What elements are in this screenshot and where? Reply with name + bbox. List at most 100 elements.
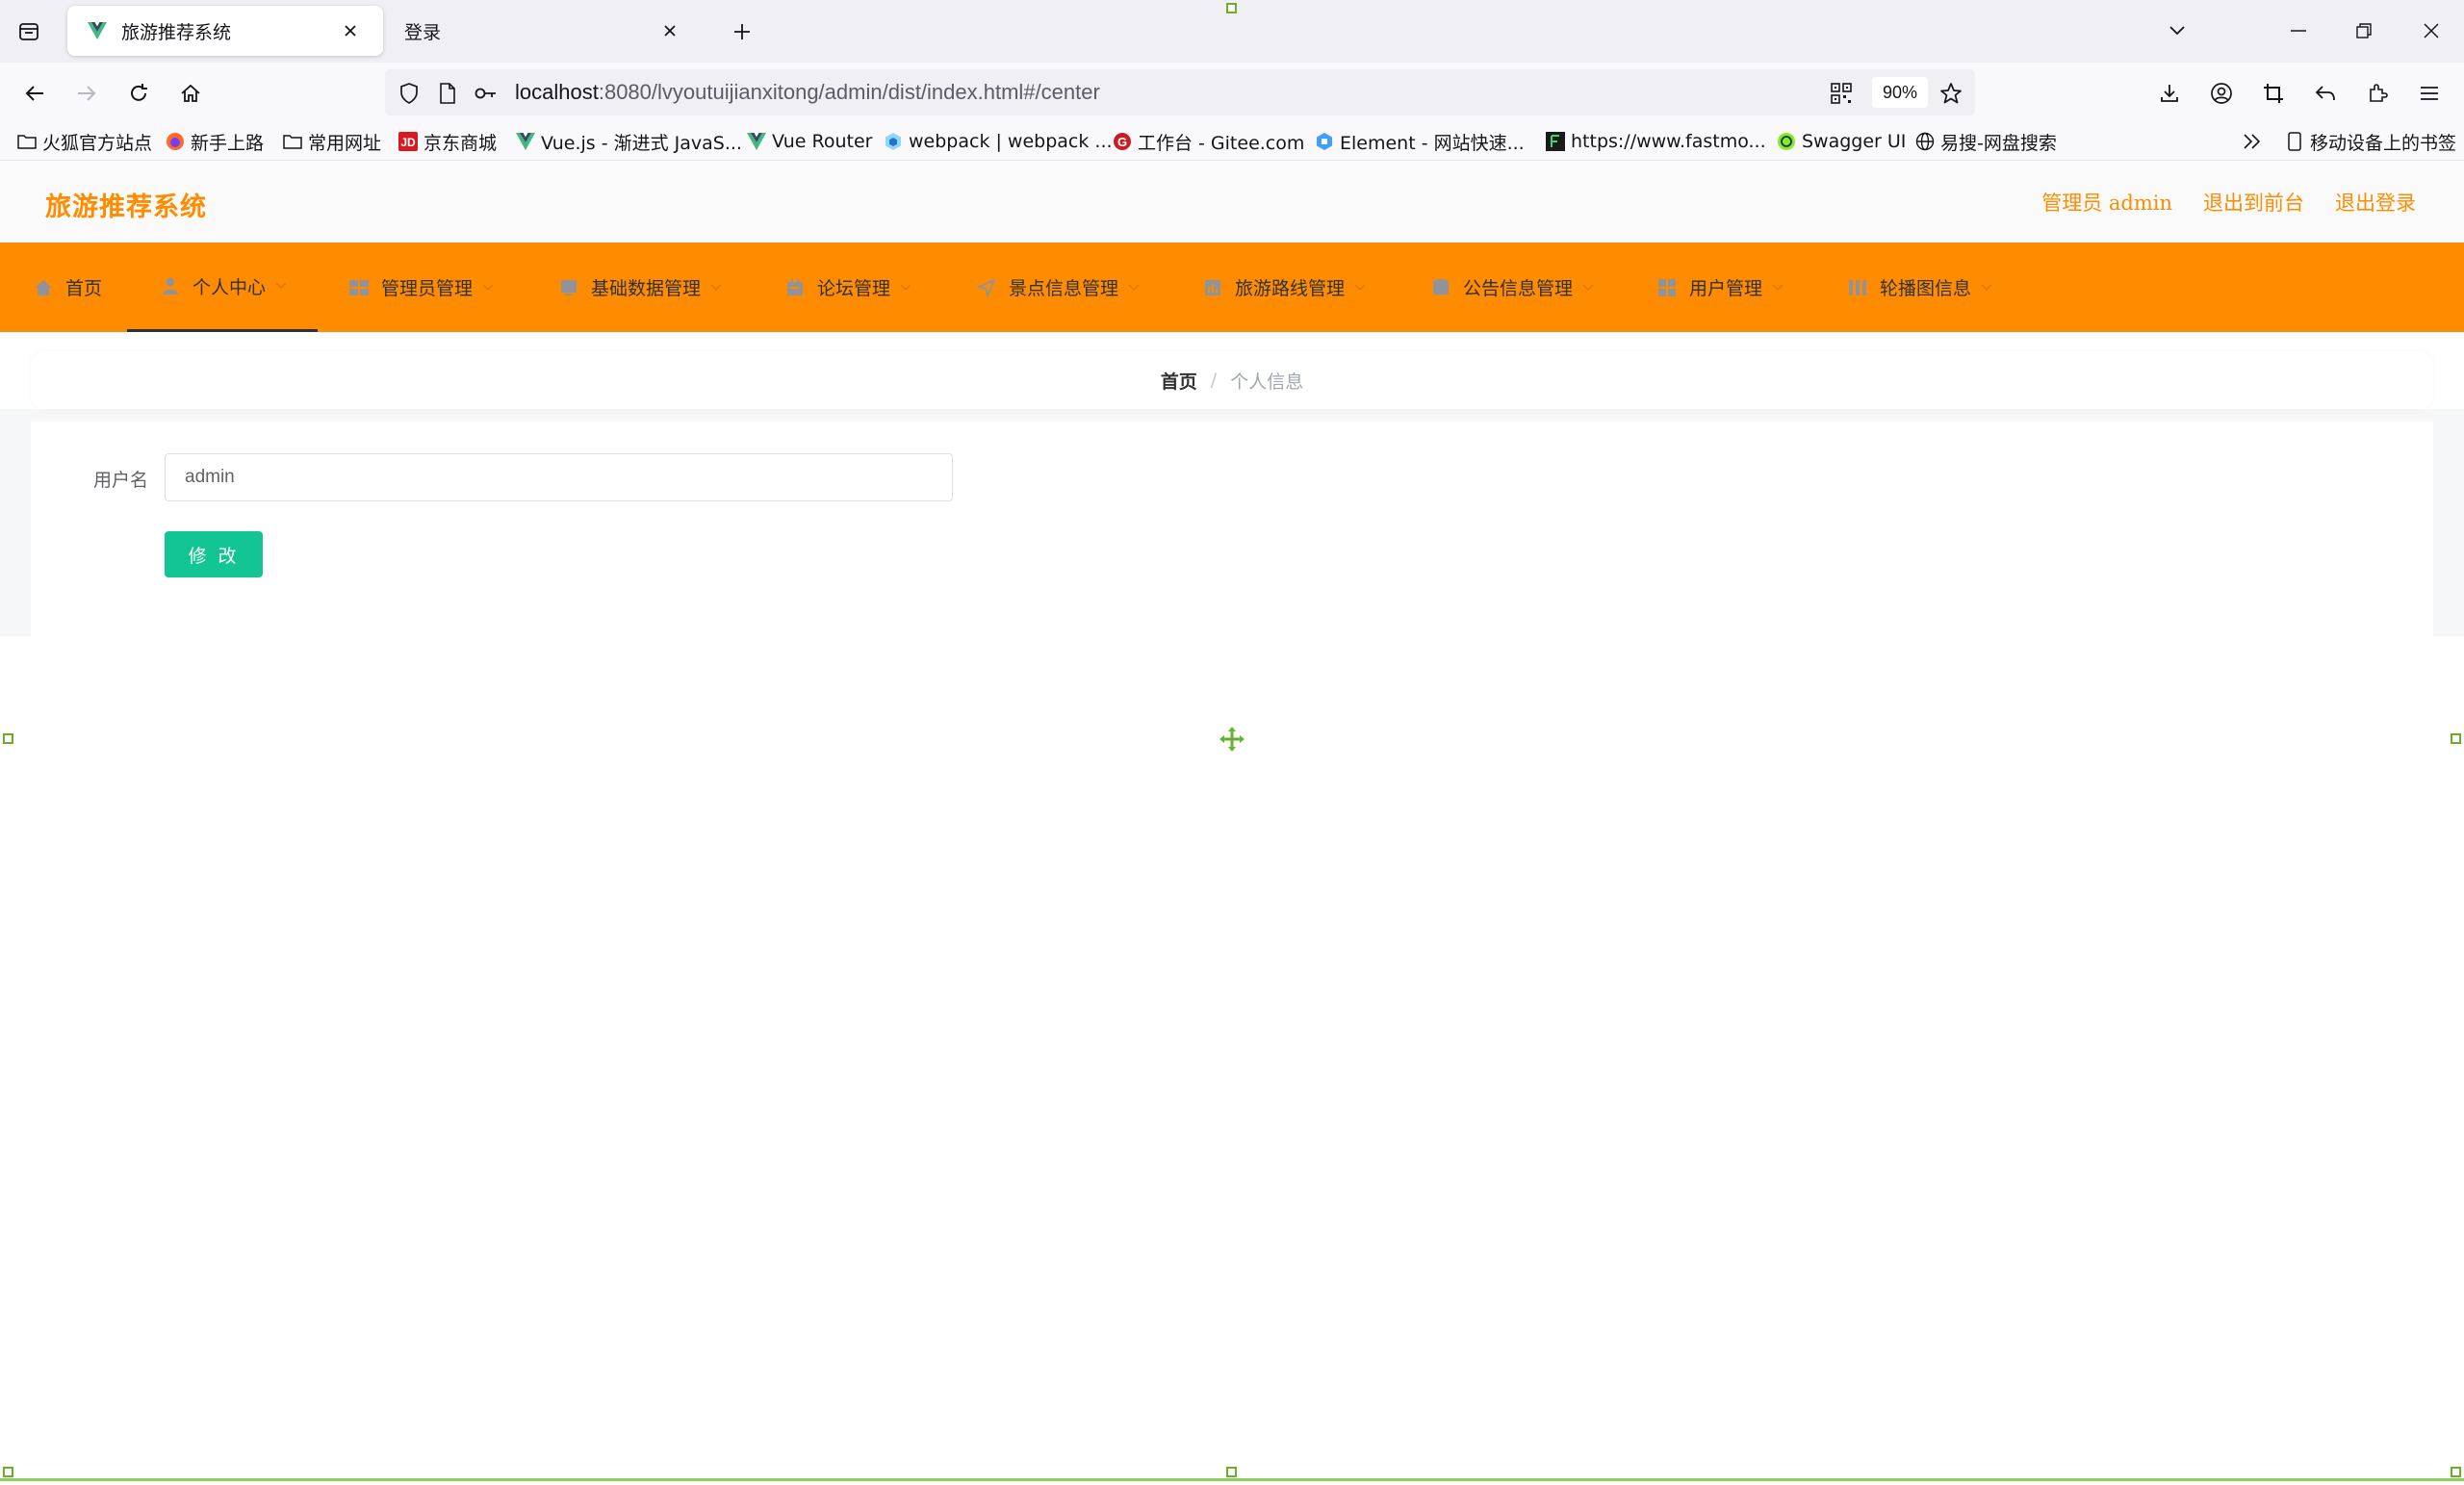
- menu-item-home[interactable]: 首页: [33, 243, 102, 332]
- bookmarks-overflow-icon[interactable]: [2243, 128, 2262, 155]
- data-icon: [558, 277, 579, 298]
- browser-tab-active[interactable]: 旅游推荐系统: [67, 6, 383, 56]
- jd-icon: JD: [398, 132, 418, 151]
- menu-label: 论坛管理: [817, 278, 891, 299]
- account-icon[interactable]: [2204, 76, 2239, 111]
- minimize-icon[interactable]: [2279, 13, 2318, 48]
- bookmark-label: Vue.js - 渐进式 JavaS...: [541, 132, 742, 154]
- undo-icon[interactable]: [2308, 76, 2343, 111]
- bookmark-item[interactable]: 新手上路: [166, 128, 264, 155]
- gitee-icon: G: [1113, 132, 1132, 151]
- location-icon: [976, 277, 997, 298]
- bookmark-item[interactable]: 常用网址: [283, 128, 381, 155]
- menu-item-scenic-info[interactable]: 景点信息管理: [976, 243, 1140, 332]
- current-user: 管理员 admin: [2041, 192, 2172, 215]
- home-icon[interactable]: [173, 76, 208, 111]
- menu-item-notice-info[interactable]: 公告信息管理: [1430, 243, 1594, 332]
- mobile-bookmarks[interactable]: 移动设备上的书签: [2285, 128, 2456, 155]
- close-icon[interactable]: [337, 17, 364, 44]
- menu-item-carousel[interactable]: 轮播图信息: [1847, 243, 1992, 332]
- chevron-down-icon: [1981, 283, 1992, 292]
- username-input[interactable]: [165, 453, 953, 501]
- breadcrumb: 首页 / 个人信息: [31, 351, 2433, 409]
- tab-title: 登录: [404, 21, 442, 43]
- chevron-down-icon: [900, 283, 911, 292]
- menu-item-basic-data[interactable]: 基础数据管理: [558, 243, 722, 332]
- browser-tab-login[interactable]: 登录: [385, 6, 703, 56]
- chevron-down-icon: [1354, 283, 1366, 292]
- menu-item-personal-center[interactable]: 个人中心: [127, 243, 318, 332]
- qr-code-icon[interactable]: [1829, 81, 1854, 106]
- logout-link[interactable]: 退出登录: [2335, 188, 2416, 217]
- url-host: localhost: [515, 80, 599, 104]
- move-cursor-icon: [1219, 726, 1245, 753]
- tab-list-icon[interactable]: [13, 17, 44, 46]
- bookmark-item[interactable]: Vue.js - 渐进式 JavaS...: [516, 128, 742, 155]
- bookmark-item[interactable]: Element - 网站快速...: [1315, 128, 1525, 155]
- restore-icon[interactable]: [2345, 13, 2383, 48]
- menu-label: 用户管理: [1689, 278, 1763, 299]
- extensions-icon[interactable]: [2360, 76, 2395, 111]
- close-icon[interactable]: [656, 17, 683, 44]
- screenshot-icon[interactable]: [2256, 76, 2291, 111]
- admin-icon: [348, 277, 370, 298]
- menu-item-forum[interactable]: 论坛管理: [784, 243, 911, 332]
- exit-to-front-link[interactable]: 退出到前台: [2203, 188, 2304, 217]
- carousel-icon: [1847, 277, 1868, 298]
- selection-handle[interactable]: [2451, 1467, 2461, 1477]
- bookmark-item[interactable]: 易搜-网盘搜索: [1915, 128, 2057, 155]
- breadcrumb-current: 个人信息: [1230, 371, 1304, 393]
- bookmark-item[interactable]: Swagger UI: [1777, 128, 1906, 155]
- zoom-level[interactable]: 90%: [1872, 77, 1928, 108]
- menu-icon[interactable]: [2412, 76, 2447, 111]
- menu-label: 基础数据管理: [591, 278, 702, 299]
- menu-label: 轮播图信息: [1880, 278, 1972, 299]
- mobile-icon: [2285, 132, 2304, 151]
- menu-item-travel-route[interactable]: 旅游路线管理: [1202, 243, 1366, 332]
- selection-handle[interactable]: [1226, 3, 1237, 13]
- bookmark-item[interactable]: https://www.fastmo...: [1546, 128, 1766, 155]
- new-tab-icon[interactable]: [727, 17, 757, 46]
- element-icon: [1315, 132, 1334, 151]
- shield-icon[interactable]: [397, 81, 422, 106]
- menu-item-admin-management[interactable]: 管理员管理: [348, 243, 494, 332]
- page-icon[interactable]: [435, 81, 460, 106]
- user-icon: [160, 275, 181, 296]
- url-bar[interactable]: localhost:8080/lvyoutuijianxitong/admin/…: [385, 69, 1975, 115]
- header-links: 管理员 admin 退出到前台 退出登录: [2041, 188, 2416, 217]
- selection-handle[interactable]: [2451, 733, 2461, 744]
- chevron-down-icon: [482, 283, 494, 292]
- notice-icon: [1430, 277, 1451, 298]
- selection-border: [0, 1478, 2464, 1481]
- bookmark-item[interactable]: webpack | webpack ...: [884, 128, 1113, 155]
- selection-handle[interactable]: [3, 1467, 13, 1477]
- bookmark-label: webpack | webpack ...: [909, 131, 1113, 152]
- star-icon[interactable]: [1938, 81, 1964, 106]
- bookmark-item[interactable]: JD 京东商城: [398, 128, 497, 155]
- list-all-tabs-icon[interactable]: [2158, 13, 2196, 48]
- webpack-icon: [884, 132, 903, 151]
- back-icon[interactable]: [17, 76, 52, 111]
- download-icon[interactable]: [2152, 76, 2187, 111]
- bookmark-item[interactable]: Vue Router: [747, 128, 872, 155]
- chevron-down-icon: [1582, 283, 1594, 292]
- selection-handle[interactable]: [3, 733, 13, 744]
- folder-icon: [283, 132, 302, 151]
- bookmark-label: Swagger UI: [1802, 131, 1907, 152]
- menu-item-user-management[interactable]: 用户管理: [1656, 243, 1784, 332]
- fastmock-icon: [1546, 132, 1565, 151]
- forward-icon[interactable]: [69, 76, 104, 111]
- menu-label: 管理员管理: [381, 278, 474, 299]
- chevron-down-icon: [1128, 283, 1140, 292]
- url-text: localhost:8080/lvyoutuijianxitong/admin/…: [515, 80, 1100, 105]
- modify-button[interactable]: 修 改: [165, 531, 263, 577]
- tab-title: 旅游推荐系统: [121, 21, 232, 43]
- forum-icon: [784, 277, 806, 298]
- breadcrumb-home[interactable]: 首页: [1161, 368, 1197, 394]
- bookmark-item[interactable]: 火狐官方站点: [17, 128, 152, 155]
- window-close-icon[interactable]: [2412, 13, 2451, 48]
- selection-handle[interactable]: [1226, 1467, 1237, 1477]
- bookmark-item[interactable]: G 工作台 - Gitee.com: [1113, 128, 1304, 155]
- key-icon[interactable]: [474, 81, 499, 106]
- reload-icon[interactable]: [121, 76, 156, 111]
